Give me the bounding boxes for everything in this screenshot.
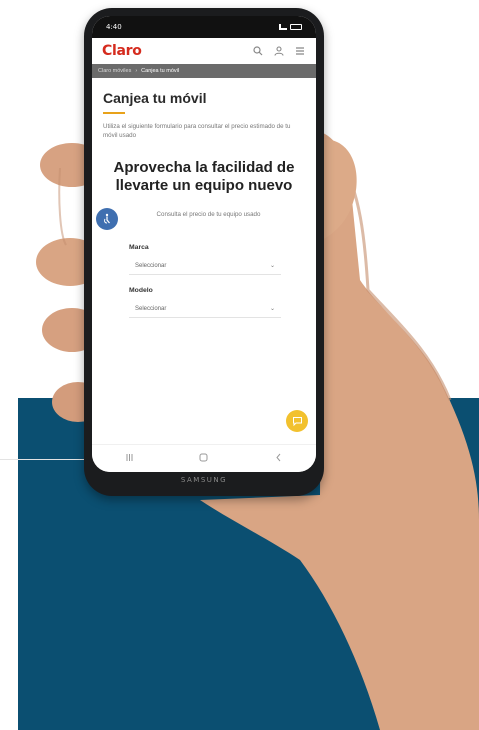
android-nav-bar	[92, 444, 316, 472]
status-time: 4:40	[106, 23, 122, 31]
consult-row: Consulta el precio de tu equipo usado	[96, 208, 305, 231]
model-select-value: Seleccionar	[135, 305, 167, 312]
smartphone: 4:40 Claro Claro móviles › Canjea tu móv…	[84, 8, 324, 496]
trade-in-card: Aprovecha la facilidad de llevarte un eq…	[96, 158, 305, 319]
accessibility-icon[interactable]	[96, 208, 118, 231]
page-content: Canjea tu móvil Utiliza el siguiente for…	[92, 78, 316, 319]
breadcrumb-parent[interactable]: Claro móviles	[98, 68, 131, 74]
chat-icon	[292, 416, 302, 426]
breadcrumb-current: Canjea tu móvil	[141, 68, 180, 74]
menu-icon[interactable]	[294, 45, 306, 57]
chevron-down-icon: ⌄	[269, 306, 275, 313]
breadcrumb: Claro móviles › Canjea tu móvil	[92, 64, 316, 78]
screenshot-stage: 4:40 Claro Claro móviles › Canjea tu móv…	[0, 0, 479, 730]
title-underline	[103, 112, 125, 114]
back-icon[interactable]	[274, 453, 283, 464]
model-select[interactable]: Seleccionar ⌄	[129, 300, 281, 319]
app-header: Claro	[92, 38, 316, 64]
header-icons	[252, 45, 306, 57]
home-icon[interactable]	[199, 453, 208, 464]
user-icon[interactable]	[273, 45, 285, 57]
brand-select[interactable]: Seleccionar ⌄	[129, 257, 281, 276]
breadcrumb-separator-icon: ›	[135, 68, 138, 74]
brand-label: Marca	[129, 244, 149, 252]
card-title: Aprovecha la facilidad de llevarte un eq…	[113, 158, 295, 195]
chevron-down-icon: ⌄	[269, 263, 275, 270]
claro-logo[interactable]: Claro	[102, 43, 142, 59]
recent-apps-icon[interactable]	[125, 453, 134, 464]
device-brand: SAMSUNG	[180, 476, 228, 484]
phone-screen: 4:40 Claro Claro móviles › Canjea tu móv…	[92, 16, 316, 472]
battery-icon	[290, 24, 302, 30]
search-icon[interactable]	[252, 45, 264, 57]
status-bar: 4:40	[92, 16, 316, 38]
intro-text: Utiliza el siguiente formulario para con…	[103, 123, 291, 140]
status-icons	[279, 24, 302, 30]
trade-in-form: Marca Seleccionar ⌄ Modelo Seleccionar ⌄	[103, 244, 305, 319]
signal-icon	[279, 24, 287, 30]
page-title: Canjea tu móvil	[103, 90, 207, 106]
brand-select-value: Seleccionar	[135, 262, 167, 269]
model-label: Modelo	[129, 287, 153, 295]
chat-button[interactable]	[286, 410, 308, 432]
consult-text: Consulta el precio de tu equipo usado	[156, 211, 261, 219]
